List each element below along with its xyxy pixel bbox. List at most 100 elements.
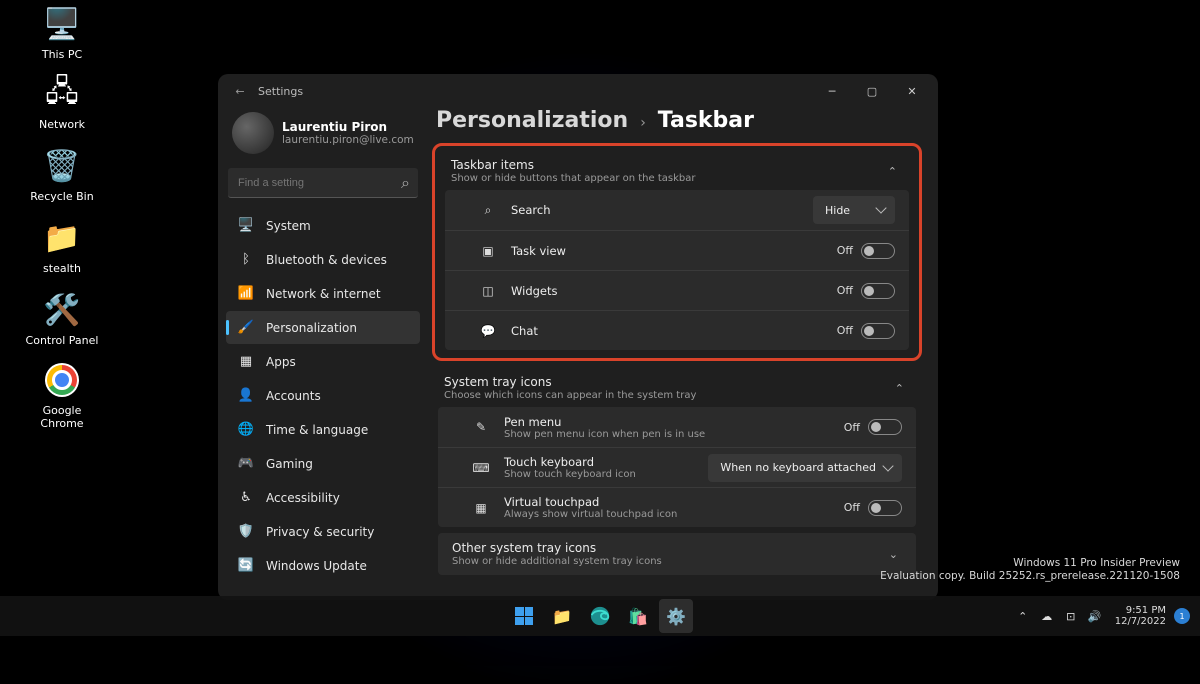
highlight-taskbar-items: Taskbar items Show or hide buttons that … (432, 143, 922, 361)
maximize-button[interactable]: ▢ (852, 77, 892, 105)
row-icon: ▣ (479, 242, 497, 260)
nav-icon: ♿ (236, 488, 256, 508)
section-title: Taskbar items (451, 158, 695, 172)
dropdown[interactable]: When no keyboard attached (708, 454, 902, 482)
section-sub: Show or hide additional system tray icon… (452, 556, 662, 567)
settings-button[interactable]: ⚙️ (659, 599, 693, 633)
nav-icon: 👤 (236, 386, 256, 406)
section-title: Other system tray icons (452, 541, 662, 555)
toggle-state: Off (837, 244, 853, 257)
trash-icon: 🗑️ (42, 146, 82, 186)
toggle-switch[interactable] (861, 283, 895, 299)
row-icon: ▦ (472, 499, 490, 517)
row-sub: Always show virtual touchpad icon (504, 509, 677, 520)
row-title: Touch keyboard (504, 455, 636, 469)
start-button[interactable] (507, 599, 541, 633)
nav-icon: ▦ (236, 352, 256, 372)
row-sub: Show touch keyboard icon (504, 469, 636, 480)
chevron-up-icon[interactable]: ⌃ (895, 382, 918, 395)
desktop-icon-control-panel[interactable]: 🛠️ Control Panel (22, 290, 102, 347)
nav-icon: 🌐 (236, 420, 256, 440)
network-icon[interactable]: ⊡ (1061, 602, 1081, 630)
nav-label: Windows Update (266, 559, 367, 573)
chevron-right-icon: › (640, 115, 646, 131)
clock[interactable]: 9:51 PM 12/7/2022 (1115, 605, 1166, 628)
profile[interactable]: Laurentiu Piron laurentiu.piron@live.com (224, 108, 422, 168)
speaker-icon[interactable]: 🔊 (1085, 602, 1105, 630)
control-panel-icon: 🛠️ (42, 290, 82, 330)
nav-icon: 🖥️ (236, 216, 256, 236)
window-title: Settings (258, 85, 303, 98)
chevron-up-icon[interactable]: ⌃ (888, 165, 911, 178)
desktop-icon-label: Control Panel (22, 334, 102, 347)
breadcrumb: Personalization › Taskbar (428, 108, 922, 143)
minimize-button[interactable]: ─ (812, 77, 852, 105)
taskbar: 📁 🛍️ ⚙️ ⌃ ☁ ⊡ 🔊 9:51 PM 12/7/2022 1 (0, 596, 1200, 636)
clock-time: 9:51 PM (1115, 605, 1166, 617)
section-header[interactable]: Taskbar items Show or hide buttons that … (439, 150, 915, 186)
search-icon: ⌕ (401, 173, 410, 193)
nav-item[interactable]: ᛒBluetooth & devices (226, 243, 420, 276)
nav-item[interactable]: 🎮Gaming (226, 447, 420, 480)
nav-item[interactable]: 🖥️System (226, 209, 420, 242)
row-title: Virtual touchpad (504, 495, 677, 509)
titlebar[interactable]: ← Settings ─ ▢ ✕ (218, 74, 938, 108)
nav-item[interactable]: 🌐Time & language (226, 413, 420, 446)
notification-badge[interactable]: 1 (1174, 608, 1190, 624)
store-button[interactable]: 🛍️ (621, 599, 655, 633)
nav-item[interactable]: 👤Accounts (226, 379, 420, 412)
profile-email: laurentiu.piron@live.com (282, 134, 414, 146)
nav-item[interactable]: 📶Network & internet (226, 277, 420, 310)
desktop-icon-label: stealth (22, 262, 102, 275)
row-icon: 💬 (479, 322, 497, 340)
close-button[interactable]: ✕ (892, 77, 932, 105)
watermark: Windows 11 Pro Insider Preview Evaluatio… (880, 557, 1180, 584)
content: Personalization › Taskbar Taskbar items … (428, 108, 938, 600)
section-sub: Show or hide buttons that appear on the … (451, 173, 695, 184)
breadcrumb-parent[interactable]: Personalization (436, 108, 628, 133)
nav-item[interactable]: ♿Accessibility (226, 481, 420, 514)
monitor-icon: 🖥️ (42, 4, 82, 44)
explorer-button[interactable]: 📁 (545, 599, 579, 633)
setting-row: 💬ChatOff (445, 310, 909, 350)
desktop-icon-chrome[interactable]: Google Chrome (22, 360, 102, 430)
search-field[interactable]: ⌕ (228, 168, 418, 198)
setting-row: ✎Pen menuShow pen menu icon when pen is … (438, 407, 916, 447)
other-systray-header[interactable]: Other system tray icons Show or hide add… (438, 533, 916, 575)
desktop-icon-recycle-bin[interactable]: 🗑️ Recycle Bin (22, 146, 102, 203)
nav-item[interactable]: 🖌️Personalization (226, 311, 420, 344)
nav-item[interactable]: 🛡️Privacy & security (226, 515, 420, 548)
desktop-icon-stealth[interactable]: 📁 stealth (22, 218, 102, 275)
back-button[interactable]: ← (230, 81, 250, 101)
network-icon: 🖧 (42, 74, 82, 114)
row-title: Search (511, 203, 551, 217)
edge-button[interactable] (583, 599, 617, 633)
setting-row: ▣Task viewOff (445, 230, 909, 270)
desktop-icon-network[interactable]: 🖧 Network (22, 74, 102, 131)
profile-name: Laurentiu Piron (282, 120, 414, 134)
nav-item[interactable]: 🔄Windows Update (226, 549, 420, 582)
nav-icon: 🛡️ (236, 522, 256, 542)
onedrive-icon[interactable]: ☁ (1037, 602, 1057, 630)
desktop-icon-label: Google Chrome (22, 404, 102, 430)
nav-icon: 🖌️ (236, 318, 256, 338)
desktop-icon-label: Network (22, 118, 102, 131)
toggle-switch[interactable] (861, 243, 895, 259)
sidebar: Laurentiu Piron laurentiu.piron@live.com… (218, 108, 428, 600)
taskbar-center: 📁 🛍️ ⚙️ (507, 599, 693, 633)
tray-overflow[interactable]: ⌃ (1013, 602, 1033, 630)
toggle-state: Off (837, 284, 853, 297)
desktop-icon-this-pc[interactable]: 🖥️ This PC (22, 4, 102, 61)
toggle-switch[interactable] (868, 419, 902, 435)
nav-label: Network & internet (266, 287, 381, 301)
settings-window: ← Settings ─ ▢ ✕ Laurentiu Piron laurent… (218, 74, 938, 600)
row-title: Widgets (511, 284, 558, 298)
dropdown[interactable]: Hide (813, 196, 895, 224)
row-sub: Show pen menu icon when pen is in use (504, 429, 705, 440)
section-header[interactable]: System tray icons Choose which icons can… (428, 367, 922, 403)
row-icon: ⌕ (479, 201, 497, 219)
nav-item[interactable]: ▦Apps (226, 345, 420, 378)
toggle-switch[interactable] (861, 323, 895, 339)
toggle-switch[interactable] (868, 500, 902, 516)
search-input[interactable] (236, 176, 401, 190)
